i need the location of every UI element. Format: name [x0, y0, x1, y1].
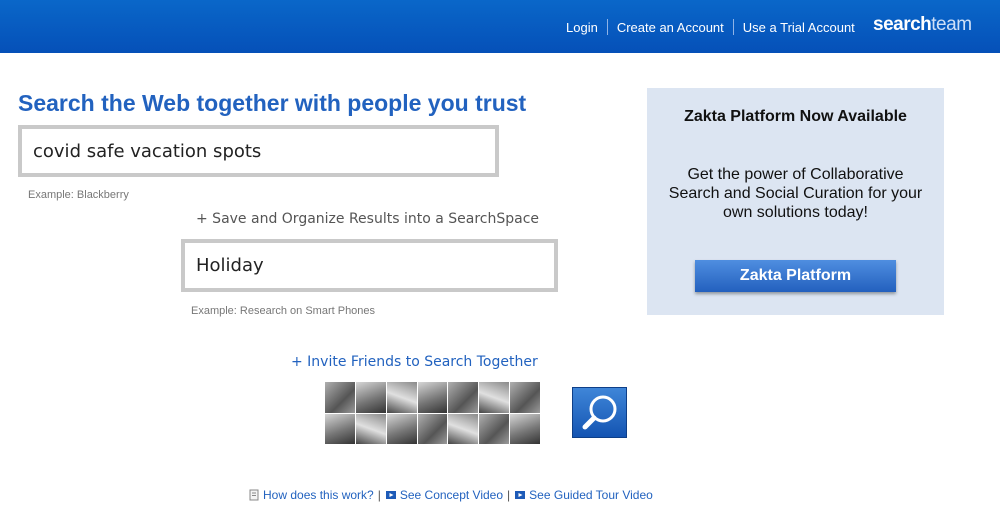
friend-photo — [448, 413, 479, 444]
login-link[interactable]: Login — [566, 20, 598, 35]
friend-photo — [355, 382, 386, 413]
friend-photo — [479, 413, 510, 444]
footer-separator: | — [507, 488, 511, 502]
document-icon — [249, 489, 259, 501]
magnifier-icon — [582, 395, 617, 430]
zakta-platform-button[interactable]: Zakta Platform — [695, 260, 896, 292]
friend-photo — [417, 382, 448, 413]
panel-text: Get the power of Collaborative Search an… — [668, 166, 923, 221]
searchteam-logo[interactable]: searchteam — [873, 14, 972, 36]
create-account-link[interactable]: Create an Account — [617, 20, 724, 35]
save-searchspace-label[interactable]: + Save and Organize Results into a Searc… — [196, 211, 539, 227]
friend-photo — [325, 413, 355, 444]
friend-photo — [448, 382, 479, 413]
searchspace-example: Example: Research on Smart Phones — [191, 305, 376, 317]
search-query-example: Example: Blackberry — [28, 189, 129, 201]
search-query-box — [18, 125, 499, 177]
panel-title: Zakta Platform Now Available — [684, 108, 907, 125]
invite-friends-link[interactable]: + Invite Friends to Search Together — [291, 354, 538, 370]
friends-photo-grid — [325, 382, 540, 444]
zakta-promo-panel: Zakta Platform Now Available Get the pow… — [647, 88, 944, 315]
search-query-input[interactable] — [22, 129, 495, 173]
guided-tour-video-link[interactable]: See Guided Tour Video — [529, 488, 653, 502]
friend-photo — [510, 382, 540, 413]
friend-photo — [386, 382, 417, 413]
trial-account-link[interactable]: Use a Trial Account — [743, 20, 855, 35]
search-button[interactable] — [572, 387, 627, 438]
searchspace-input[interactable] — [185, 243, 554, 288]
video-icon — [515, 491, 526, 499]
video-icon — [385, 491, 396, 499]
page-headline: Search the Web together with people you … — [18, 90, 527, 116]
nav-divider — [732, 19, 734, 35]
top-nav: Login Create an Account Use a Trial Acco… — [566, 19, 855, 35]
top-bar: Login Create an Account Use a Trial Acco… — [0, 0, 1000, 53]
footer-separator: | — [377, 488, 381, 502]
footer-links: How does this work? | See Concept Video … — [248, 488, 653, 502]
friend-photo — [417, 413, 448, 444]
friend-photo — [479, 382, 510, 413]
concept-video-link[interactable]: See Concept Video — [400, 488, 503, 502]
how-it-works-link[interactable]: How does this work? — [263, 488, 374, 502]
nav-divider — [606, 19, 608, 35]
friend-photo — [355, 413, 386, 444]
friend-photo — [325, 382, 355, 413]
friend-photo — [386, 413, 417, 444]
searchspace-box — [181, 239, 558, 292]
friend-photo — [510, 413, 540, 444]
